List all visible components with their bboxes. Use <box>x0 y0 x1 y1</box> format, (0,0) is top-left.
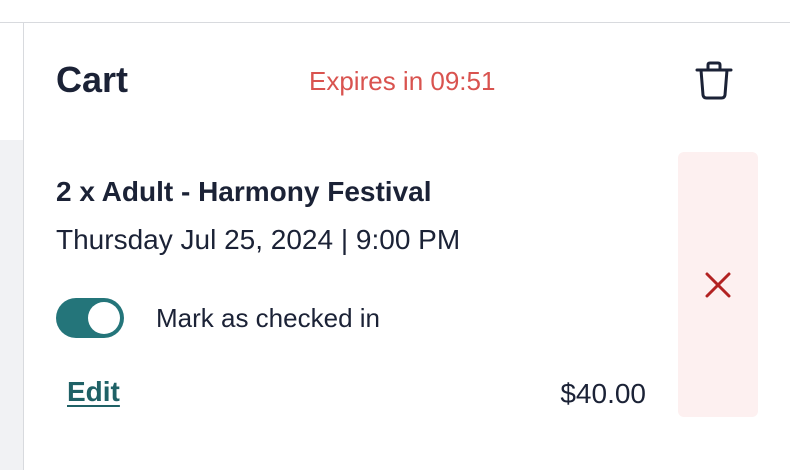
checked-in-toggle[interactable] <box>56 298 124 338</box>
left-panel-edge <box>0 0 24 470</box>
close-icon <box>705 272 731 297</box>
toggle-knob <box>88 302 120 334</box>
cart-title: Cart <box>56 59 129 100</box>
cart-item-datetime: Thursday Jul 25, 2024 | 9:00 PM <box>56 224 461 255</box>
clear-cart-button[interactable] <box>692 58 736 102</box>
left-panel-gray-area <box>0 140 24 470</box>
cart-item-price: $40.00 <box>560 378 646 409</box>
checked-in-label: Mark as checked in <box>156 303 380 333</box>
cart-panel: Cart Expires in 09:51 2 x Adult - Harmon… <box>24 23 790 470</box>
expires-timer: Expires in 09:51 <box>309 66 496 96</box>
trash-icon <box>695 61 733 100</box>
cart-item-title: 2 x Adult - Harmony Festival <box>56 176 432 207</box>
remove-item-button[interactable] <box>678 152 758 417</box>
edit-item-link[interactable]: Edit <box>67 375 120 409</box>
